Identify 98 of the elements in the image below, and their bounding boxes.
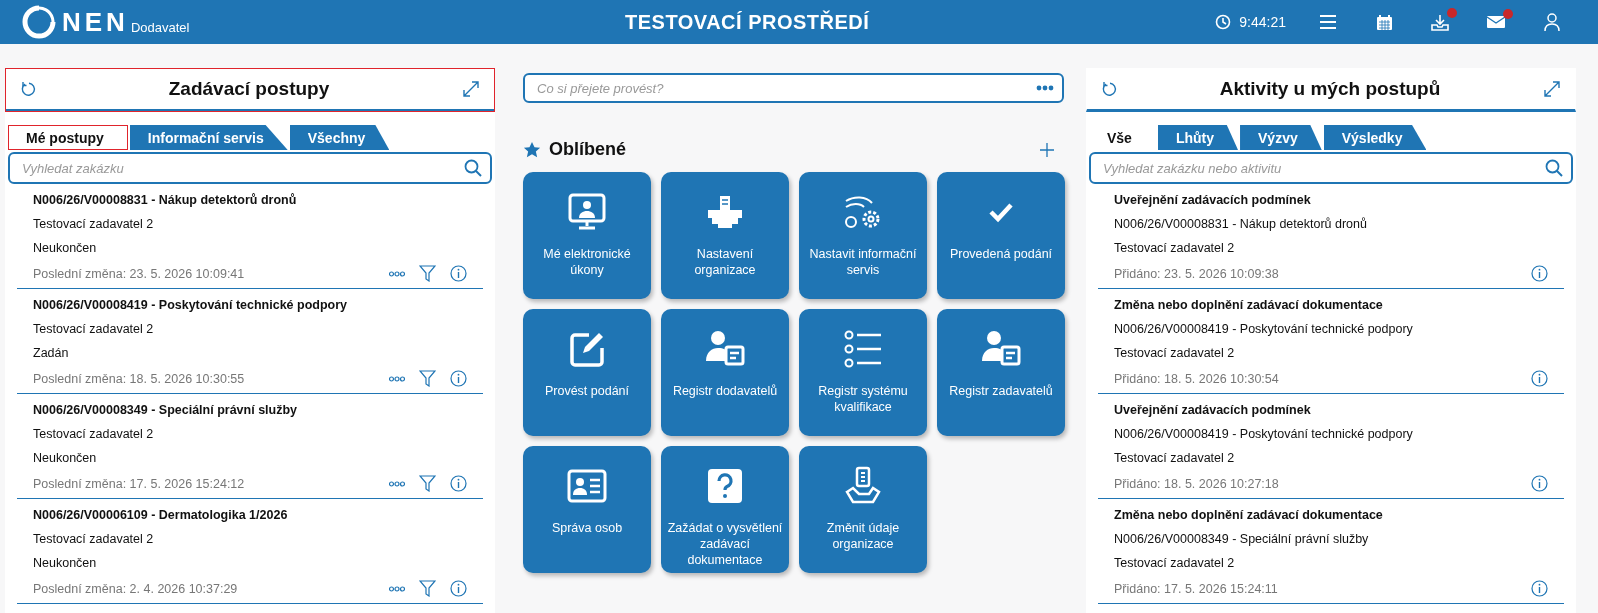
item-status: Neukončen bbox=[33, 451, 98, 465]
refresh-icon[interactable] bbox=[1101, 81, 1117, 97]
menu-icon bbox=[1319, 14, 1337, 30]
more-icon[interactable] bbox=[389, 480, 405, 487]
item-date: Přidáno: 23. 5. 2026 10:09:38 bbox=[1114, 266, 1280, 281]
expand-icon[interactable] bbox=[462, 80, 480, 98]
tab[interactable]: Mé postupy bbox=[8, 125, 128, 150]
favorite-tile[interactable]: Zažádat o vysvětlení zadávací dokumentace bbox=[661, 446, 789, 573]
info-icon[interactable] bbox=[1531, 265, 1548, 282]
action-search-field[interactable]: Co si přejete provést? bbox=[523, 73, 1064, 103]
favorites-title: Oblíbené bbox=[549, 139, 627, 160]
panel-title: Aktivity u mých postupů bbox=[1218, 78, 1442, 100]
favorite-tile[interactable]: Mé elektronické úkony bbox=[523, 172, 651, 299]
more-icon[interactable] bbox=[389, 585, 405, 592]
question-icon bbox=[707, 466, 743, 506]
item-reference: N006/26/V00008419 - Poskytování technické podpory bbox=[1114, 322, 1414, 336]
favorite-tile[interactable]: Registr zadavatelů bbox=[937, 309, 1065, 436]
item-organization: Testovací zadavatel 2 bbox=[33, 217, 155, 231]
tab[interactable]: Informační servis bbox=[129, 125, 288, 150]
tab[interactable]: Výzvy bbox=[1240, 125, 1322, 150]
person-document-icon bbox=[981, 329, 1021, 369]
notification-dot bbox=[1503, 9, 1513, 19]
info-icon[interactable] bbox=[450, 475, 467, 492]
info-icon[interactable] bbox=[450, 370, 467, 387]
item-title[interactable]: N006/26/V00008419 - Poskytování technické podpory bbox=[33, 298, 467, 312]
favorite-tile[interactable]: Provedená podání bbox=[937, 172, 1065, 299]
item-date: Poslední změna: 23. 5. 2026 10:09:41 bbox=[33, 266, 246, 281]
filter-icon[interactable] bbox=[419, 265, 436, 282]
logo-icon bbox=[22, 5, 56, 39]
refresh-icon[interactable] bbox=[20, 81, 36, 97]
filter-icon[interactable] bbox=[419, 580, 436, 597]
filter-icon[interactable] bbox=[419, 475, 436, 492]
item-date: Přidáno: 18. 5. 2026 10:30:54 bbox=[1114, 371, 1280, 386]
expand-icon[interactable] bbox=[1543, 80, 1561, 98]
search-field[interactable]: Vyhledat zakázku bbox=[8, 152, 492, 184]
favorite-tile[interactable]: Provést podání bbox=[523, 309, 651, 436]
info-icon[interactable] bbox=[1531, 370, 1548, 387]
role-label: Dodavatel bbox=[130, 20, 190, 35]
add-icon[interactable] bbox=[1040, 142, 1054, 157]
search-icon[interactable] bbox=[464, 159, 482, 177]
person-document-icon bbox=[705, 329, 745, 369]
favorite-tile[interactable]: Nastavení organizace bbox=[661, 172, 789, 299]
favorite-tile[interactable]: Nastavit informační servis bbox=[799, 172, 927, 299]
item-organization: Testovací zadavatel 2 bbox=[1114, 241, 1236, 255]
search-field[interactable]: Vyhledat zakázku nebo aktivitu bbox=[1089, 152, 1573, 184]
item-reference: N006/26/V00008419 - Poskytování technické podpory bbox=[1114, 427, 1414, 441]
item-title[interactable]: N006/26/V00008349 - Speciální právní služby bbox=[33, 403, 467, 417]
item-date: Poslední změna: 18. 5. 2026 10:30:55 bbox=[33, 371, 246, 386]
info-icon[interactable] bbox=[1531, 475, 1548, 492]
item-organization: Testovací zadavatel 2 bbox=[1114, 451, 1236, 465]
item-title[interactable]: Uveřejnění zadávacích podmínek bbox=[1114, 193, 1548, 207]
clock-time: 9:44:21 bbox=[1239, 14, 1286, 30]
user-icon bbox=[1544, 13, 1560, 31]
info-icon[interactable] bbox=[450, 580, 467, 597]
item-reference: N006/26/V00008831 - Nákup detektorů dronů bbox=[1114, 217, 1368, 231]
item-organization: Testovací zadavatel 2 bbox=[33, 427, 155, 441]
favorite-tile[interactable]: Změnit údaje organizace bbox=[799, 446, 927, 573]
item-title[interactable]: N006/26/V00008831 - Nákup detektorů dronů bbox=[33, 193, 467, 207]
favorite-tile[interactable]: Registr systému kvalifikace bbox=[799, 309, 927, 436]
more-icon[interactable] bbox=[389, 270, 405, 277]
clock-icon bbox=[1215, 14, 1232, 30]
info-icon[interactable] bbox=[1531, 580, 1548, 597]
item-title[interactable]: Změna nebo doplnění zadávací dokumentace bbox=[1114, 298, 1548, 312]
more-icon[interactable] bbox=[389, 375, 405, 382]
item-title[interactable]: Uveřejnění zadávacích podmínek bbox=[1114, 403, 1548, 417]
environment-title: TESTOVACÍ PROSTŘEDÍ bbox=[625, 10, 871, 34]
tab[interactable]: Lhůty bbox=[1157, 125, 1239, 150]
search-icon[interactable] bbox=[1545, 159, 1563, 177]
item-date: Přidáno: 17. 5. 2026 15:24:11 bbox=[1114, 581, 1279, 596]
item-organization: Testovací zadavatel 2 bbox=[1114, 556, 1236, 570]
download-tray-icon bbox=[1431, 13, 1449, 31]
tab[interactable]: Všechny bbox=[289, 125, 390, 150]
item-date: Poslední změna: 2. 4. 2026 10:37:29 bbox=[33, 581, 239, 596]
item-status: Zadán bbox=[33, 346, 70, 360]
item-status: Neukončen bbox=[33, 241, 98, 255]
item-organization: Testovací zadavatel 2 bbox=[33, 532, 155, 546]
favorite-tile[interactable]: Registr dodavatelů bbox=[661, 309, 789, 436]
favorite-tile[interactable]: Správa osob bbox=[523, 446, 651, 573]
item-status: Neukončen bbox=[33, 556, 98, 570]
more-icon[interactable] bbox=[1036, 85, 1054, 91]
item-organization: Testovací zadavatel 2 bbox=[1114, 346, 1236, 360]
tab[interactable]: Výsledky bbox=[1323, 125, 1427, 150]
item-date: Poslední změna: 17. 5. 2026 15:24:12 bbox=[33, 476, 246, 491]
info-icon[interactable] bbox=[450, 265, 467, 282]
item-title[interactable]: N006/26/V00006109 - Dermatologika 1/2026 bbox=[33, 508, 467, 522]
item-date: Přidáno: 18. 5. 2026 10:27:18 bbox=[1114, 476, 1280, 491]
item-reference: N006/26/V00008349 - Speciální právní služby bbox=[1114, 532, 1370, 546]
mail-icon bbox=[1487, 15, 1505, 29]
item-title[interactable]: Změna nebo doplnění zadávací dokumentace bbox=[1114, 508, 1548, 522]
calendar-icon bbox=[1375, 13, 1393, 31]
notification-dot bbox=[1447, 7, 1457, 18]
logo-text: NEN bbox=[62, 6, 129, 38]
list-icon bbox=[843, 329, 883, 369]
filter-icon[interactable] bbox=[419, 370, 436, 387]
panel-title: Zadávací postupy bbox=[167, 78, 331, 100]
monitor-person-icon bbox=[567, 192, 607, 232]
star-icon bbox=[523, 140, 541, 159]
item-organization: Testovací zadavatel 2 bbox=[33, 322, 155, 336]
